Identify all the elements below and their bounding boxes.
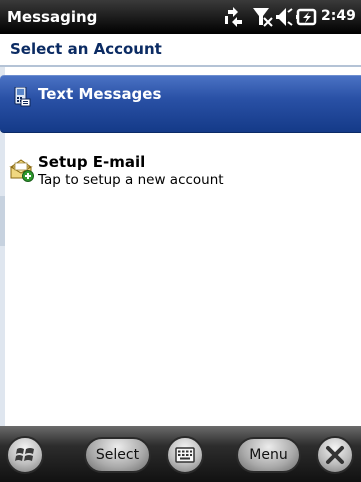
page-header: Select an Account bbox=[0, 34, 361, 67]
status-app-title: Messaging bbox=[7, 8, 98, 26]
battery-charging-icon[interactable] bbox=[296, 7, 318, 31]
keyboard-button[interactable] bbox=[166, 436, 204, 474]
page-title: Select an Account bbox=[10, 40, 162, 58]
sms-icon bbox=[13, 86, 31, 111]
account-title: Setup E-mail bbox=[38, 153, 146, 171]
status-bar: Messaging 2:49 bbox=[0, 0, 361, 34]
account-item-text-messages[interactable]: Text Messages bbox=[0, 75, 361, 133]
select-softkey[interactable]: Select bbox=[84, 437, 151, 473]
softkey-bar: Select Menu bbox=[0, 426, 361, 482]
screen-edge-notch bbox=[0, 196, 5, 246]
keyboard-icon bbox=[175, 447, 195, 463]
close-icon bbox=[326, 446, 344, 464]
menu-softkey-label: Menu bbox=[249, 447, 288, 463]
status-clock[interactable]: 2:49 bbox=[321, 8, 356, 24]
menu-softkey[interactable]: Menu bbox=[236, 437, 301, 473]
close-button[interactable] bbox=[316, 436, 354, 474]
start-button[interactable] bbox=[6, 436, 44, 474]
windows-start-icon bbox=[15, 448, 34, 461]
account-subtitle: Tap to setup a new account bbox=[38, 172, 224, 188]
account-item-setup-email[interactable]: Setup E-mail Tap to setup a new account bbox=[0, 150, 361, 198]
signal-off-icon[interactable] bbox=[252, 7, 274, 31]
select-softkey-label: Select bbox=[95, 447, 140, 463]
volume-icon[interactable] bbox=[276, 7, 294, 31]
setup-email-icon bbox=[9, 158, 35, 186]
data-connection-icon[interactable] bbox=[224, 7, 246, 31]
messaging-screen: Messaging 2:49 Select an Account Text Me… bbox=[0, 0, 361, 482]
account-title: Text Messages bbox=[38, 85, 162, 103]
